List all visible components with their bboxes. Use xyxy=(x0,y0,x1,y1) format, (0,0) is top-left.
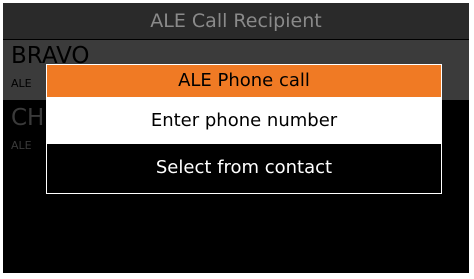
enter-phone-number-option[interactable]: Enter phone number xyxy=(47,97,441,144)
phone-call-dialog: ALE Phone call Enter phone number Select… xyxy=(46,64,442,194)
dialog-title: ALE Phone call xyxy=(47,65,441,97)
select-from-contact-option[interactable]: Select from contact xyxy=(47,144,441,191)
recipient-name: CH xyxy=(11,105,45,131)
recipient-detail: ALE xyxy=(11,139,32,152)
recipient-detail: ALE xyxy=(11,77,32,90)
screen-title: ALE Call Recipient xyxy=(3,3,469,39)
screen: ALE Call Recipient BRAVO ALE CH ALE ALE … xyxy=(3,3,469,273)
